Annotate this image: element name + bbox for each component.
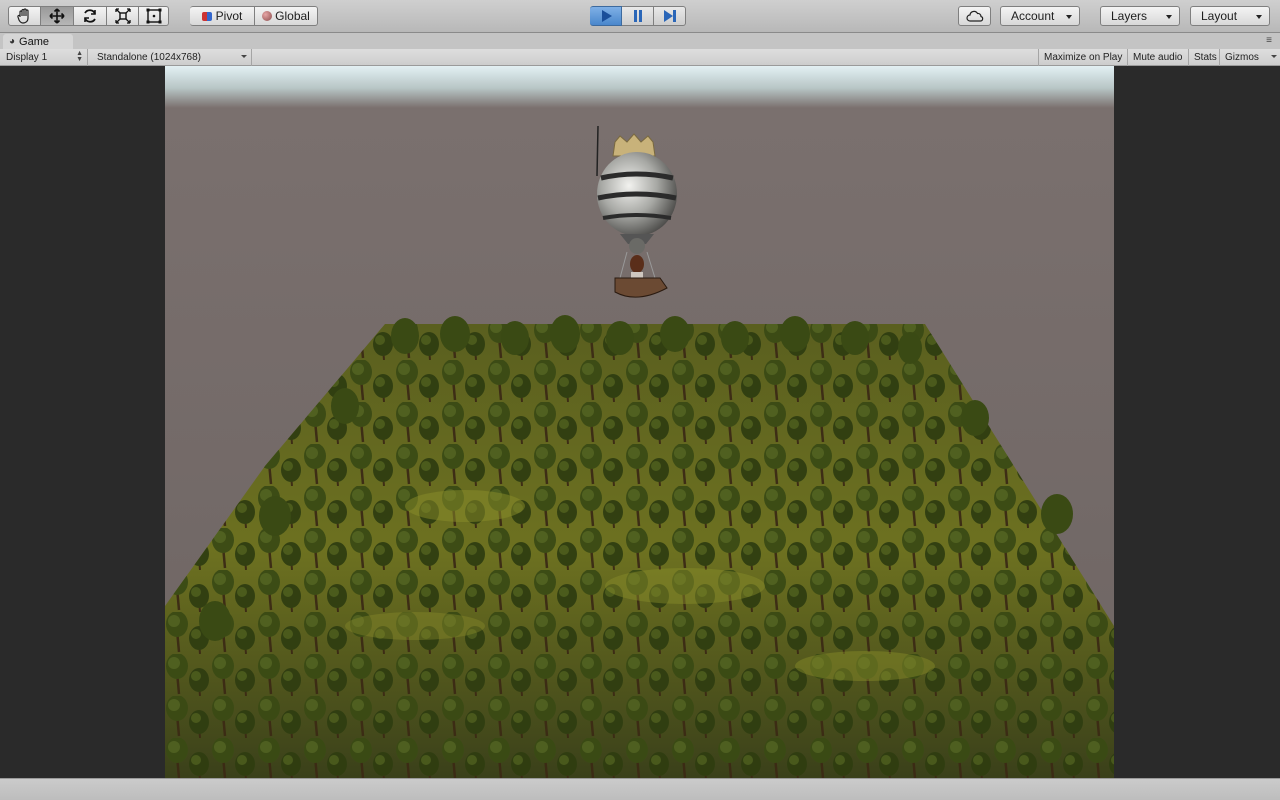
pause-button[interactable] xyxy=(622,6,654,26)
maximize-on-play-toggle[interactable]: Maximize on Play xyxy=(1038,49,1127,66)
step-button[interactable] xyxy=(654,6,686,26)
cloud-button[interactable] xyxy=(958,6,991,26)
game-viewport[interactable] xyxy=(0,66,1280,778)
hand-tool-button[interactable] xyxy=(8,6,41,26)
globe-icon xyxy=(262,11,273,21)
pivot-label: Pivot xyxy=(215,9,243,23)
maximize-label: Maximize on Play xyxy=(1044,52,1123,63)
mute-audio-toggle[interactable]: Mute audio xyxy=(1127,49,1187,66)
layers-label: Layers xyxy=(1111,9,1148,23)
chevron-down-icon xyxy=(1256,15,1262,19)
display-select[interactable]: Display 1 ▲ ▼ xyxy=(0,49,88,66)
chevron-down-icon xyxy=(1066,15,1072,19)
global-label: Global xyxy=(275,9,310,23)
game-tab[interactable]: ◕ Game xyxy=(3,34,73,49)
chevron-down-icon xyxy=(1271,55,1277,58)
game-tab-icon: ◕ xyxy=(9,36,16,47)
play-button[interactable] xyxy=(590,6,622,26)
airship xyxy=(596,125,677,298)
status-bar xyxy=(0,778,1280,800)
pivot-toggle[interactable]: Pivot xyxy=(190,6,255,26)
mute-label: Mute audio xyxy=(1133,52,1183,63)
game-tab-label: Game xyxy=(19,35,50,48)
resolution-select[interactable]: Standalone (1024x768) xyxy=(91,49,252,66)
panel-tab-row: ◕ Game ≡ xyxy=(0,33,1280,49)
game-scene xyxy=(165,66,1114,778)
chevron-down-icon xyxy=(1166,15,1172,19)
pivot-icon xyxy=(201,11,212,21)
account-label: Account xyxy=(1011,9,1055,23)
updown-icon: ▲ ▼ xyxy=(76,50,83,63)
game-options-bar: Display 1 ▲ ▼ Standalone (1024x768) Maxim… xyxy=(0,49,1280,66)
move-tool-button[interactable] xyxy=(41,6,74,26)
stats-toggle[interactable]: Stats xyxy=(1188,49,1222,66)
rect-tool-button[interactable] xyxy=(139,6,169,26)
main-toolbar: Pivot Global Account Layers Layout xyxy=(0,0,1280,33)
layers-dropdown[interactable]: Layers xyxy=(1100,6,1180,26)
layout-label: Layout xyxy=(1201,9,1238,23)
global-toggle[interactable]: Global xyxy=(255,6,318,26)
scale-tool-button[interactable] xyxy=(107,6,139,26)
display-label: Display 1 xyxy=(6,52,48,63)
gizmos-dropdown[interactable]: Gizmos xyxy=(1219,49,1280,66)
play-icon xyxy=(601,10,612,22)
move-tool-icon xyxy=(49,8,65,24)
rotate-tool-button[interactable] xyxy=(74,6,107,26)
stats-label: Stats xyxy=(1194,52,1217,63)
account-dropdown[interactable]: Account xyxy=(1000,6,1080,26)
step-icon xyxy=(663,10,676,22)
rect-tool-icon xyxy=(146,8,161,24)
chevron-down-icon xyxy=(241,55,247,58)
gizmos-label: Gizmos xyxy=(1225,52,1259,63)
scale-tool-icon xyxy=(114,8,131,24)
cloud-icon xyxy=(965,10,983,22)
hand-tool-icon xyxy=(16,8,29,24)
scene-render xyxy=(165,125,1114,778)
rotate-tool-icon xyxy=(84,9,96,23)
layout-dropdown[interactable]: Layout xyxy=(1190,6,1270,26)
pause-icon xyxy=(633,10,642,22)
panel-menu-icon[interactable]: ≡ xyxy=(1266,35,1272,46)
resolution-label: Standalone (1024x768) xyxy=(97,52,201,63)
